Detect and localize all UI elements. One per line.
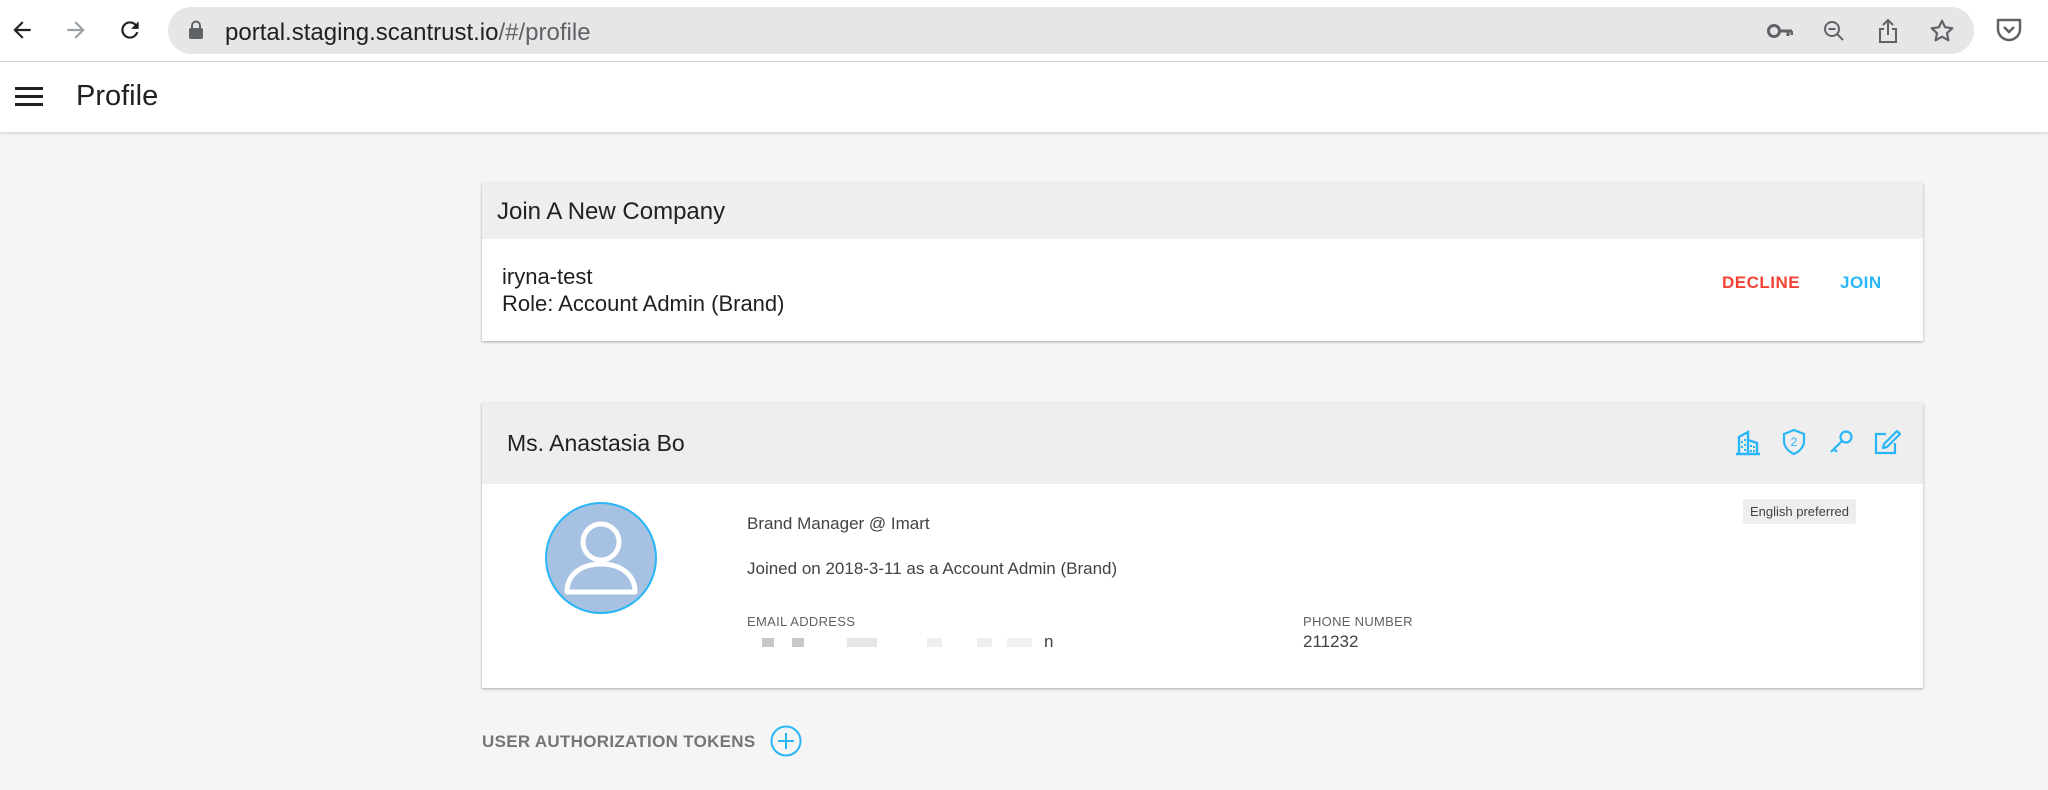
browser-toolbar: portal.staging.scantrust.io/#/profile [0, 0, 2048, 62]
share-icon[interactable] [1874, 17, 1902, 45]
company-role: Role: Account Admin (Brand) [502, 291, 785, 316]
bookmark-star-icon[interactable] [1928, 17, 1956, 45]
edit-icon[interactable] [1873, 428, 1903, 458]
avatar [545, 502, 657, 614]
url-host: portal.staging.scantrust.io [225, 19, 499, 46]
reload-icon[interactable] [112, 12, 148, 48]
join-company-body: iryna-test Role: Account Admin (Brand) D… [482, 239, 1923, 341]
url-text: portal.staging.scantrust.io/#/profile [225, 19, 591, 47]
add-circle-icon[interactable] [769, 724, 803, 758]
join-company-title: Join A New Company [497, 198, 726, 225]
password-key-icon[interactable] [1766, 17, 1794, 45]
url-path: /#/profile [498, 19, 591, 46]
back-icon[interactable] [4, 12, 40, 48]
app-header: Profile [0, 62, 2048, 132]
profile-header: Ms. Anastasia Bo 2 [482, 403, 1923, 484]
email-value-tail: n [1044, 632, 1054, 651]
language-badge: English preferred [1743, 499, 1856, 524]
shield-number: 2 [1791, 435, 1798, 449]
email-value-redacted: n [747, 632, 1054, 652]
phone-label: PHONE NUMBER [1303, 614, 1413, 629]
profile-body: Brand Manager @ Imart Joined on 2018-3-1… [482, 484, 1923, 688]
building-icon[interactable] [1734, 428, 1764, 458]
profile-name: Ms. Anastasia Bo [507, 430, 685, 456]
join-company-header: Join A New Company [482, 183, 1923, 239]
two-factor-shield-icon[interactable]: 2 [1780, 428, 1810, 458]
phone-value: 211232 [1303, 632, 1359, 651]
company-name: iryna-test [502, 264, 593, 289]
joined-text: Joined on 2018-3-11 as a Account Admin (… [747, 559, 1118, 578]
address-bar[interactable]: portal.staging.scantrust.io/#/profile [168, 7, 1974, 54]
lock-icon [188, 20, 204, 45]
join-button[interactable]: JOIN [1840, 273, 1882, 293]
page-title: Profile [76, 80, 159, 112]
email-label: EMAIL ADDRESS [747, 614, 856, 629]
zoom-icon[interactable] [1820, 17, 1848, 45]
tokens-label: USER AUTHORIZATION TOKENS [482, 732, 756, 751]
user-silhouette-icon [564, 521, 638, 595]
join-company-card: Join A New Company iryna-test Role: Acco… [482, 183, 1923, 341]
profile-card: Ms. Anastasia Bo 2 Brand Manager @ Imart… [482, 403, 1923, 688]
forward-icon[interactable] [58, 12, 94, 48]
pocket-icon[interactable] [1994, 15, 2026, 47]
hamburger-menu-icon[interactable] [14, 82, 46, 112]
decline-button[interactable]: DECLINE [1722, 273, 1800, 293]
key-icon[interactable] [1827, 428, 1857, 458]
job-title: Brand Manager @ Imart [747, 514, 930, 533]
